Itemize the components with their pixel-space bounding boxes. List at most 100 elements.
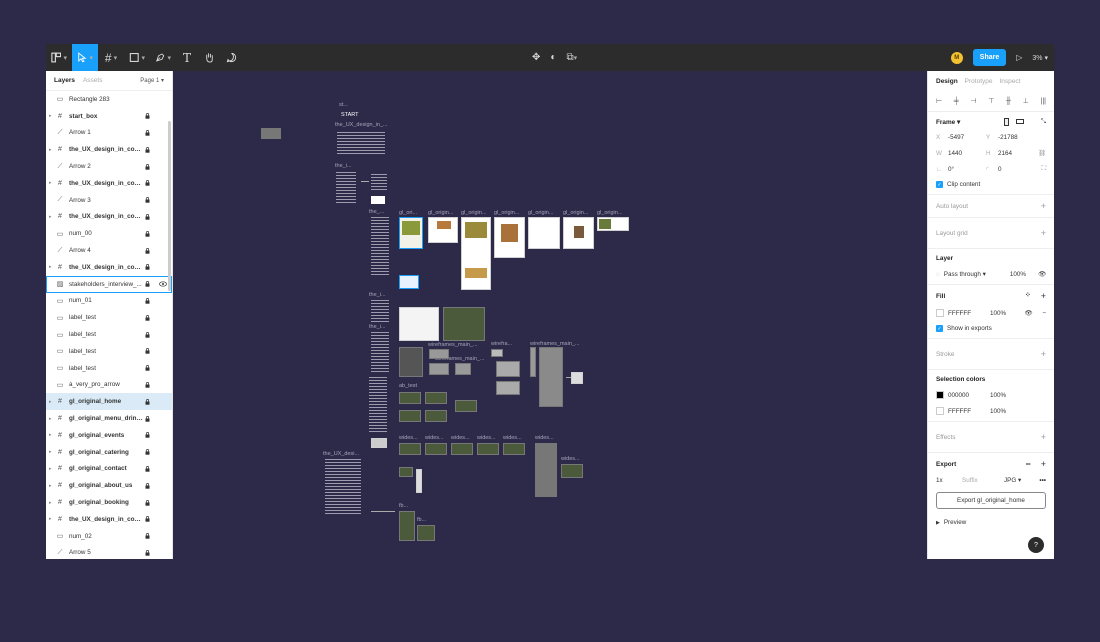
y-field[interactable]: -21788 [998,134,1032,141]
frame-dropdown[interactable]: Frame ▾ [936,118,960,126]
hand-tool-button[interactable] [198,44,220,71]
small-frame[interactable] [371,438,387,448]
layers-scrollbar[interactable] [168,121,171,291]
screens-frame[interactable] [399,307,439,341]
gl-original-home-frame[interactable] [399,217,423,249]
text-tool-button[interactable]: T [176,44,198,71]
color-swatch[interactable] [936,407,944,415]
lock-icon[interactable] [143,230,152,237]
component-icon[interactable]: ✥ [532,52,540,63]
lock-icon[interactable] [143,197,152,203]
layer-row[interactable]: ▭ Rectangle 283 [46,91,172,108]
style-icon[interactable]: ⁘ [1025,291,1031,301]
layer-row[interactable]: ⟋ Arrow 1 [46,125,172,142]
lock-icon[interactable] [143,533,152,539]
lock-icon[interactable] [143,365,152,371]
tab-layers[interactable]: Layers [54,77,75,84]
caret-right-icon[interactable]: ▶ [936,520,940,526]
white-card[interactable] [371,196,385,204]
align-middle-icon[interactable]: ╫ [1006,98,1011,105]
selection-color-row[interactable]: 000000 100% [936,391,1046,399]
shape-tool-button[interactable]: ▾ [124,44,150,71]
gl-original-contact-frame[interactable] [528,217,560,249]
lock-icon[interactable] [143,264,152,271]
lock-icon[interactable] [143,550,152,556]
layer-row[interactable]: ▸ # the_UX_design_in_conte... [46,141,172,158]
layer-row[interactable]: ▭ label_test [46,360,172,377]
screens-dark-frame[interactable] [443,307,485,341]
wireframe[interactable] [496,381,520,395]
rectangle-283[interactable] [261,128,281,139]
lock-icon[interactable] [143,180,152,187]
boolean-icon[interactable]: ⧉▾ [566,52,577,63]
tab-inspect[interactable]: Inspect [1000,78,1021,85]
the-ux-frame[interactable] [335,130,390,158]
clip-content-checkbox[interactable]: ✓ [936,181,943,188]
page-dropdown[interactable]: Page 1 ▾ [140,77,164,84]
align-center-icon[interactable]: ╪ [954,98,959,105]
lock-icon[interactable] [143,331,152,338]
align-right-icon[interactable]: ⊣ [970,97,976,105]
wireframe[interactable] [399,347,423,377]
layer-row[interactable]: ⟋ Arrow 4 [46,242,172,259]
radius-field[interactable]: 0 [998,166,1032,173]
export-scale-field[interactable]: 1x [936,477,958,484]
resize-to-fit-icon[interactable]: ⤡ [1041,118,1046,126]
wireframe[interactable] [530,347,536,377]
wireframe[interactable] [429,363,449,375]
plus-icon[interactable]: + [1041,201,1046,211]
lock-icon[interactable] [143,499,152,506]
widescreen-frame[interactable] [451,443,473,455]
layer-row[interactable]: ⟋ Arrow 5 [46,545,172,559]
fill-swatch[interactable] [936,309,944,317]
widescreen-frame[interactable] [477,443,499,455]
eye-icon[interactable]: 👁 [1024,309,1032,317]
blend-mode-dropdown[interactable]: Pass through ▾ [944,271,986,278]
lock-icon[interactable] [143,382,152,388]
width-field[interactable]: 1440 [948,150,982,157]
fill-opacity-field[interactable]: 100% [990,310,1006,317]
widescreen-frame[interactable] [399,443,421,455]
layer-row[interactable]: ⟋ Arrow 2 [46,158,172,175]
widescreen-tall-frame[interactable] [535,443,557,497]
selection-color-row[interactable]: FFFFFF 100% [936,407,1046,415]
layer-row[interactable]: ▸ # gl_original_events [46,427,172,444]
show-in-exports-checkbox[interactable]: ✓ [936,325,943,332]
tab-prototype[interactable]: Prototype [965,78,993,85]
layer-row[interactable]: ⟋ Arrow 3 [46,192,172,209]
pen-tool-button[interactable]: ▾ [150,44,176,71]
widescreen-frame[interactable] [425,443,447,455]
layer-row[interactable]: ▸ # the_UX_design_in_conte... [46,259,172,276]
layer-row[interactable]: ▸ # the_UX_design_in_conte... [46,175,172,192]
mobile-frame[interactable] [416,469,422,493]
export-suffix-field[interactable]: Suffix [962,477,1000,484]
fill-hex-field[interactable]: FFFFFF [948,310,986,317]
tab-assets[interactable]: Assets [83,77,103,84]
lock-icon[interactable] [143,130,152,136]
lock-icon[interactable] [143,113,152,119]
lock-icon[interactable] [143,449,152,455]
layer-row[interactable]: ▸ # gl_original_menu_drinks [46,410,172,427]
rotation-field[interactable]: 0° [948,166,982,173]
lock-icon[interactable] [143,214,152,220]
layer-row[interactable]: ▭ a_very_pro_arrow [46,377,172,394]
lock-icon[interactable] [143,163,152,170]
portrait-icon[interactable] [1003,118,1009,126]
lock-icon[interactable] [143,398,152,405]
constrain-proportions-icon[interactable]: ⛓ [1038,149,1046,157]
eye-icon[interactable]: 👁 [1038,270,1046,278]
ab-test-frame[interactable] [399,410,421,422]
play-icon[interactable]: ▷ [1016,53,1022,62]
more-options-icon[interactable]: ••• [1039,477,1046,484]
layer-row[interactable]: ▸ # the_UX_design_in_conte... [46,209,172,226]
lock-icon[interactable] [143,314,152,321]
ab-test-frame[interactable] [425,410,447,422]
layer-row[interactable]: ▭ label_test [46,343,172,360]
gl-original-catering-frame[interactable] [494,217,525,258]
export-button[interactable]: Export gl_original_home [936,492,1046,509]
eye-icon[interactable] [159,281,167,289]
ab-test-frame[interactable] [399,392,421,404]
export-format-dropdown[interactable]: JPG ▾ [1004,477,1021,484]
layer-row[interactable]: ▭ num_00 [46,225,172,242]
lock-icon[interactable] [143,432,152,439]
